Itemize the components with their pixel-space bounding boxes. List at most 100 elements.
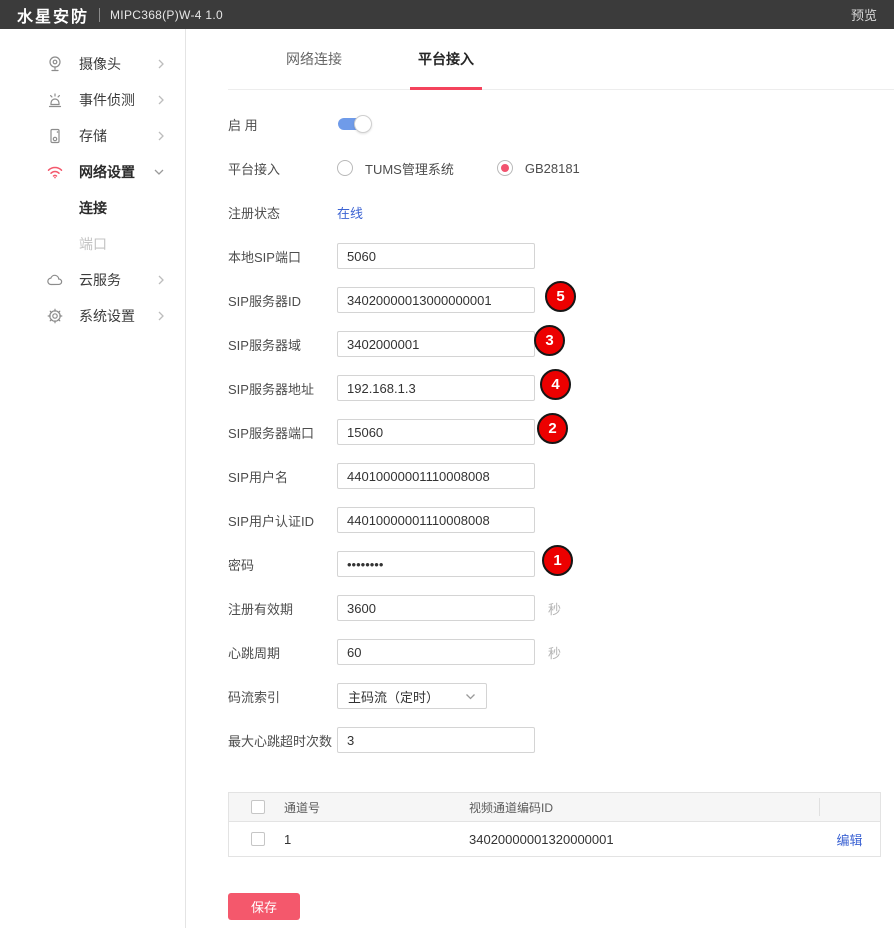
max-heartbeat-timeout-input[interactable] [337,727,535,753]
sip-server-port-input[interactable] [337,419,535,445]
alarm-icon [46,91,64,109]
sip-server-domain-row: SIP服务器域 3 [228,331,894,357]
tab-bar: 网络连接 平台接入 [228,29,894,90]
platform-access-form: 启 用 平台接入 TUMS管理系统 GB28181 注册状态 在线 [228,90,894,920]
enable-label: 启 用 [228,115,337,134]
table-header-row: 通道号 视频通道编码ID [229,793,880,822]
sip-server-address-input[interactable] [337,375,535,401]
heartbeat-period-input[interactable] [337,639,535,665]
field-label: SIP服务器地址 [228,379,337,398]
heartbeat-period-row: 心跳周期 秒 [228,639,894,665]
sidebar-item-camera[interactable]: 摄像头 [0,46,185,82]
brand-logo: 水星安防 [17,3,89,27]
password-input[interactable] [337,551,535,577]
register-status-row: 注册状态 在线 [228,199,894,225]
column-header-channel: 通道号 [284,799,469,816]
platform-type-row: 平台接入 TUMS管理系统 GB28181 [228,155,894,181]
enable-toggle[interactable] [338,118,369,130]
field-label: 密码 [228,555,337,574]
local-sip-port-row: 本地SIP端口 [228,243,894,269]
chevron-right-icon [157,310,165,322]
sip-server-address-row: SIP服务器地址 4 [228,375,894,401]
sip-username-input[interactable] [337,463,535,489]
radio-label: TUMS管理系统 [365,159,454,178]
row-checkbox[interactable] [251,832,265,846]
column-header-actions [819,793,880,821]
sidebar-item-event-detection[interactable]: 事件侦测 [0,82,185,118]
field-label: 心跳周期 [228,643,337,662]
chevron-down-icon [153,168,165,176]
register-status-label: 注册状态 [228,203,337,222]
sip-server-id-row: SIP服务器ID 5 [228,287,894,313]
seconds-unit: 秒 [548,599,561,618]
sidebar-item-label: 系统设置 [79,306,135,326]
annotation-badge-5: 5 [545,281,576,312]
sip-auth-id-input[interactable] [337,507,535,533]
stream-index-value: 主码流（定时） [348,687,439,706]
field-label: 本地SIP端口 [228,247,337,266]
tab-platform-access[interactable]: 平台接入 [415,49,477,69]
local-sip-port-input[interactable] [337,243,535,269]
annotation-badge-4: 4 [540,369,571,400]
seconds-unit: 秒 [548,643,561,662]
channel-table: 通道号 视频通道编码ID 1 34020000001320000001 编辑 [228,792,881,857]
sidebar-item-cloud-service[interactable]: 云服务 [0,262,185,298]
chevron-right-icon [157,274,165,286]
field-label: SIP用户认证ID [228,511,337,530]
max-heartbeat-timeout-row: 最大心跳超时次数 [228,727,894,753]
sip-server-id-input[interactable] [337,287,535,313]
field-label: 注册有效期 [228,599,337,618]
register-validity-row: 注册有效期 秒 [228,595,894,621]
platform-type-label: 平台接入 [228,159,337,178]
radio-label: GB28181 [525,161,580,176]
sip-username-row: SIP用户名 [228,463,894,489]
encode-id-cell: 34020000001320000001 [469,832,819,847]
register-validity-input[interactable] [337,595,535,621]
annotation-badge-3: 3 [534,325,565,356]
storage-icon [46,127,64,145]
cloud-icon [46,271,64,289]
topbar: 水星安防 MIPC368(P)W-4 1.0 预览 [0,0,894,29]
preview-link[interactable]: 预览 [851,5,877,24]
toggle-knob [354,115,372,133]
table-row: 1 34020000001320000001 编辑 [229,822,880,856]
sidebar-item-label: 云服务 [79,270,121,290]
sidebar-item-label: 摄像头 [79,54,121,74]
channel-number-cell: 1 [284,832,469,847]
sidebar-subitem-connection[interactable]: 连接 [0,190,185,226]
tab-network-connection[interactable]: 网络连接 [283,49,345,69]
sip-auth-id-row: SIP用户认证ID [228,507,894,533]
chevron-right-icon [157,94,165,106]
chevron-right-icon [157,130,165,142]
field-label: SIP服务器域 [228,335,337,354]
sip-server-domain-input[interactable] [337,331,535,357]
edit-link[interactable]: 编辑 [836,830,862,849]
brand-divider [99,8,100,22]
chevron-down-icon [465,693,476,700]
sidebar-item-system-settings[interactable]: 系统设置 [0,298,185,334]
save-button[interactable]: 保存 [228,893,300,920]
wifi-icon [46,163,64,181]
enable-row: 启 用 [228,111,894,137]
field-label: SIP服务器ID [228,291,337,310]
radio-gb28181[interactable]: GB28181 [497,160,580,176]
device-model: MIPC368(P)W-4 1.0 [110,8,223,22]
sidebar-item-label: 网络设置 [79,162,135,182]
password-row: 密码 1 [228,551,894,577]
radio-circle [337,160,353,176]
field-label: 码流索引 [228,687,337,706]
register-status-value: 在线 [337,203,363,222]
stream-index-row: 码流索引 主码流（定时） [228,683,894,709]
select-all-checkbox[interactable] [251,800,265,814]
sidebar-item-network-settings[interactable]: 网络设置 [0,154,185,190]
field-label: SIP服务器端口 [228,423,337,442]
sidebar-item-storage[interactable]: 存储 [0,118,185,154]
sidebar-subitem-port[interactable]: 端口 [0,226,185,262]
field-label: SIP用户名 [228,467,337,486]
chevron-right-icon [157,58,165,70]
gear-icon [46,307,64,325]
sidebar-item-label: 存储 [79,126,107,146]
stream-index-select[interactable]: 主码流（定时） [337,683,487,709]
annotation-badge-2: 2 [537,413,568,444]
radio-tums[interactable]: TUMS管理系统 [337,159,454,178]
